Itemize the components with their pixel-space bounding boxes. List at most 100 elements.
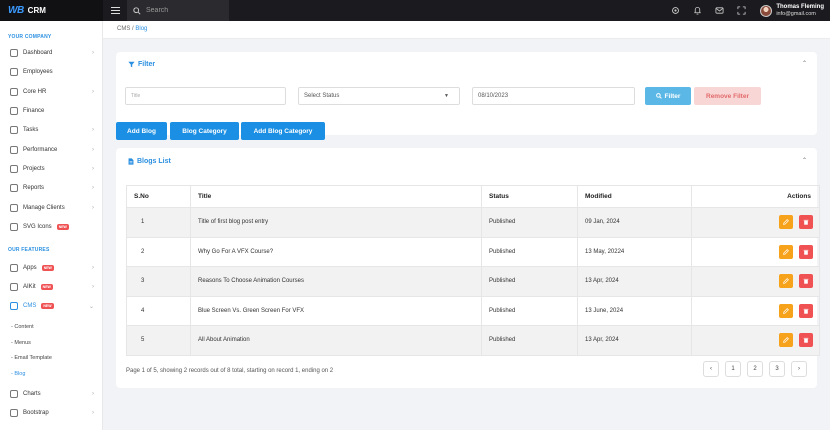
blog-category-button[interactable]: Blog Category — [170, 122, 239, 140]
delete-icon[interactable] — [799, 244, 813, 259]
dashboard-icon — [10, 49, 18, 57]
sidebar-item-aikit[interactable]: AIKit NEW › — [0, 279, 103, 295]
sidebar-item-cms[interactable]: CMS NEW ⌄ — [0, 298, 103, 314]
performance-icon — [10, 146, 18, 154]
edit-icon[interactable] — [779, 215, 793, 230]
sidebar-item-dashboard[interactable]: Dashboard › — [0, 45, 103, 61]
sidebar-item-tasks[interactable]: Tasks › — [0, 122, 103, 138]
svg-icons-icon — [10, 223, 18, 231]
sidebar-sub-email-template[interactable]: - Email Template — [11, 355, 52, 361]
avatar — [760, 4, 773, 17]
edit-icon[interactable] — [779, 274, 793, 289]
remove-filter-button[interactable]: Remove Filter — [694, 87, 761, 105]
sidebar-item-svg-icons[interactable]: SVG Icons NEW — [0, 219, 103, 235]
sidebar-item-apps[interactable]: Apps NEW › — [0, 260, 103, 276]
new-badge: NEW — [40, 284, 53, 290]
sidebar-sub-menus[interactable]: - Menus — [11, 340, 31, 346]
settings-gear-icon[interactable] — [664, 0, 686, 21]
core-hr-icon — [10, 88, 18, 96]
prev-page-button[interactable]: ‹ — [703, 361, 719, 377]
page-1-button[interactable]: 1 — [725, 361, 741, 377]
add-blog-category-button[interactable]: Add Blog Category — [241, 122, 325, 140]
new-badge: NEW — [56, 224, 69, 230]
table-row: 2 Why Go For A VFX Course? Published 13 … — [126, 237, 820, 267]
col-status[interactable]: Status — [481, 185, 578, 208]
sidebar-sub-blog[interactable]: - Blog — [11, 371, 25, 377]
sidebar-item-core-hr[interactable]: Core HR › — [0, 84, 103, 100]
delete-icon[interactable] — [799, 274, 813, 289]
sidebar-item-charts[interactable]: Charts › — [0, 386, 103, 402]
filter-button[interactable]: Filter — [645, 87, 691, 105]
cms-icon — [10, 302, 18, 310]
fullscreen-icon[interactable] — [730, 0, 752, 21]
col-sno[interactable]: S.No — [126, 185, 191, 208]
add-blog-button[interactable]: Add Blog — [116, 122, 167, 140]
finance-icon — [10, 107, 18, 115]
sidebar-sub-content[interactable]: - Content — [11, 324, 34, 330]
bootstrap-icon — [10, 409, 18, 417]
page-2-button[interactable]: 2 — [747, 361, 763, 377]
breadcrumb-cms[interactable]: CMS — [117, 26, 130, 32]
tasks-icon — [10, 126, 18, 134]
chevron-up-icon[interactable]: ⌃ — [802, 60, 807, 67]
breadcrumb-blog: Blog — [135, 26, 148, 32]
user-menu[interactable]: Thomas Fleming info@gmail.com — [752, 4, 830, 18]
document-icon — [128, 158, 134, 165]
date-filter-field[interactable]: 08/10/2023 — [472, 87, 635, 105]
clients-icon — [10, 204, 18, 212]
apps-icon — [10, 264, 18, 272]
chevron-right-icon: › — [92, 50, 94, 56]
title-filter-field[interactable] — [125, 87, 286, 105]
breadcrumb-bar — [103, 21, 830, 39]
breadcrumb: CMS / Blog — [117, 26, 148, 32]
delete-icon[interactable] — [799, 215, 813, 230]
menu-toggle-icon[interactable] — [103, 0, 127, 21]
sidebar-item-performance[interactable]: Performance › — [0, 142, 103, 158]
blog-title: Reasons To Choose Animation Courses — [190, 266, 482, 297]
blogs-list-title[interactable]: Blogs List — [128, 158, 171, 165]
search-input[interactable] — [146, 7, 226, 14]
sidebar-item-bootstrap[interactable]: Bootstrap › — [0, 405, 103, 421]
blog-title: Blue Screen Vs. Green Screen For VFX — [190, 296, 482, 326]
filter-title[interactable]: Filter — [128, 61, 155, 68]
blog-modified: 13 Apr, 2024 — [577, 266, 692, 297]
top-actions: Thomas Fleming info@gmail.com — [664, 0, 830, 21]
pagination-info: Page 1 of 5, showing 2 records out of 8 … — [126, 368, 334, 374]
title-filter-input[interactable] — [131, 93, 285, 99]
edit-icon[interactable] — [779, 333, 793, 348]
delete-icon[interactable] — [799, 303, 813, 318]
delete-icon[interactable] — [799, 333, 813, 348]
chevron-right-icon: › — [92, 185, 94, 191]
blog-status: Published — [481, 207, 578, 238]
bell-icon[interactable] — [686, 0, 708, 21]
chevron-up-icon[interactable]: ⌃ — [802, 157, 807, 164]
blogs-list-card: Blogs List ⌃ S.No Title Status Modified … — [116, 148, 820, 388]
brand-name: CRM — [27, 6, 46, 15]
next-page-button[interactable]: › — [791, 361, 807, 377]
filter-icon — [128, 61, 135, 68]
status-select[interactable]: Select Status ▼ — [298, 87, 460, 105]
sidebar-item-manage-clients[interactable]: Manage Clients › — [0, 200, 103, 216]
edit-icon[interactable] — [779, 244, 793, 259]
mail-icon[interactable] — [708, 0, 730, 21]
pagination: ‹ 1 2 3 › — [703, 361, 807, 377]
sidebar-item-reports[interactable]: Reports › — [0, 180, 103, 196]
search-box[interactable] — [127, 0, 229, 21]
brand[interactable]: WB CRM — [0, 0, 103, 21]
projects-icon — [10, 165, 18, 173]
chevron-down-icon: ⌄ — [88, 303, 94, 310]
edit-icon[interactable] — [779, 303, 793, 318]
col-modified[interactable]: Modified — [577, 185, 692, 208]
col-actions: Actions — [691, 185, 820, 208]
sidebar: YOUR COMPANY Dashboard › Employees Core H… — [0, 21, 103, 430]
sidebar-section-company: YOUR COMPANY — [8, 34, 52, 40]
chevron-right-icon: › — [798, 366, 800, 372]
sidebar-item-employees[interactable]: Employees — [0, 64, 103, 80]
blog-status: Published — [481, 296, 578, 326]
sidebar-item-finance[interactable]: Finance — [0, 103, 103, 119]
col-title[interactable]: Title — [190, 185, 482, 208]
page-3-button[interactable]: 3 — [769, 361, 785, 377]
sidebar-item-projects[interactable]: Projects › — [0, 161, 103, 177]
table-row: 3 Reasons To Choose Animation Courses Pu… — [126, 266, 820, 297]
blog-status: Published — [481, 266, 578, 297]
